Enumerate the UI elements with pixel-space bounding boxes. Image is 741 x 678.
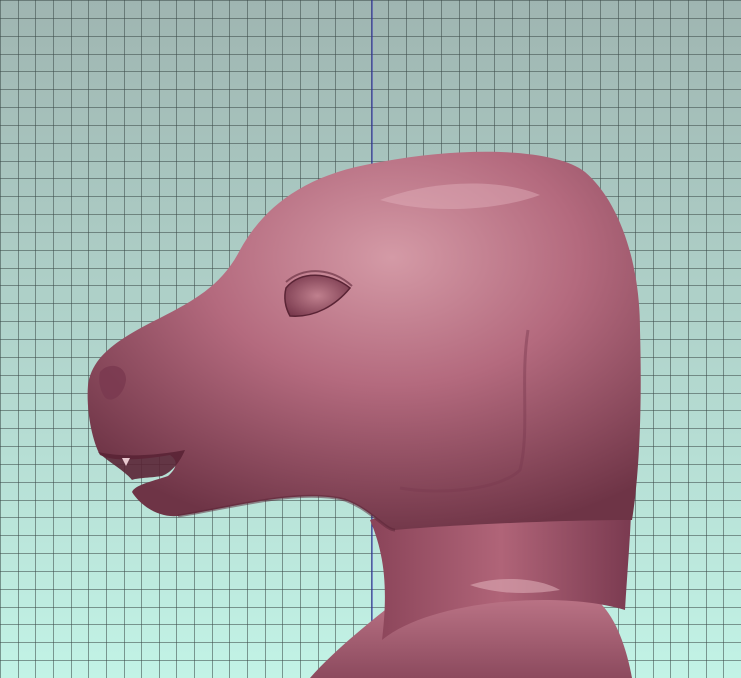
viewport-canvas[interactable] (0, 0, 741, 678)
3d-viewport[interactable] (0, 0, 741, 678)
